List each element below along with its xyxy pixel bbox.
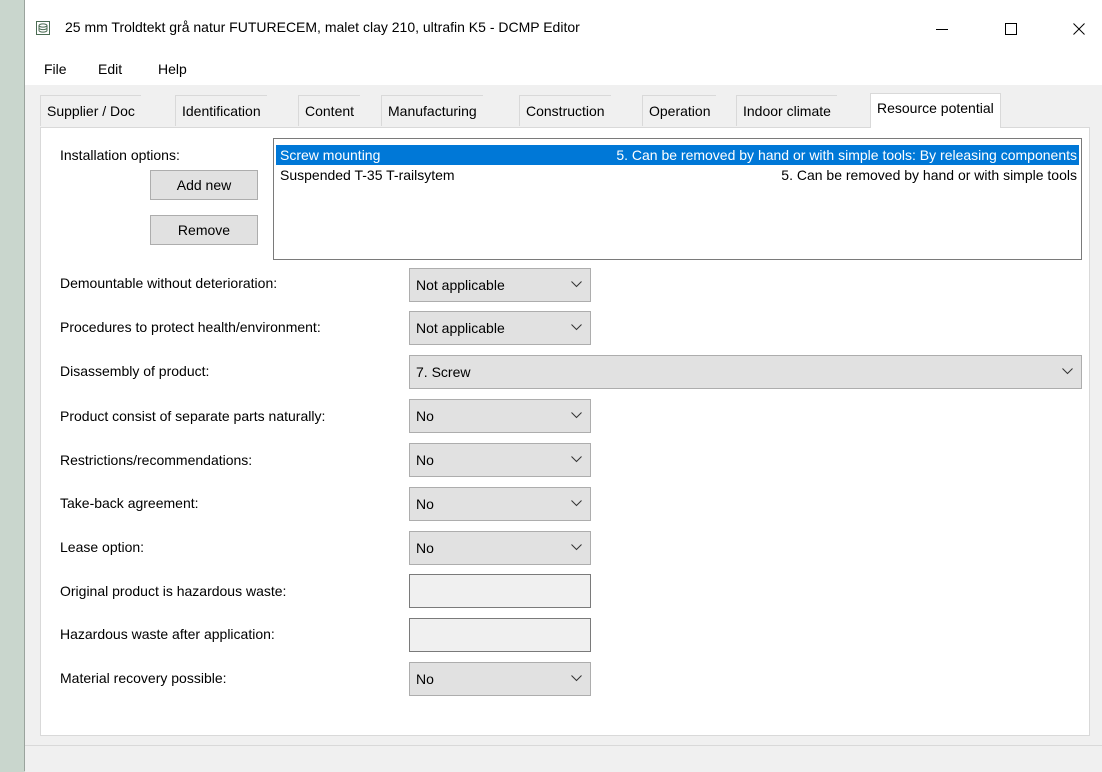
chevron-down-icon (1062, 368, 1073, 375)
take-back-select[interactable]: No (409, 487, 591, 521)
take-back-label: Take-back agreement: (60, 495, 199, 511)
tab-construction[interactable]: Construction (519, 95, 611, 126)
material-recovery-value: No (416, 671, 434, 687)
chevron-down-icon (571, 675, 582, 682)
hazardous-after-label: Hazardous waste after application: (60, 626, 275, 642)
demountable-label: Demountable without deterioration: (60, 275, 278, 291)
chevron-down-icon (571, 456, 582, 463)
procedures-select[interactable]: Not applicable (409, 311, 591, 345)
installation-options-list[interactable]: Screw mounting 5. Can be removed by hand… (273, 138, 1082, 260)
lease-select[interactable]: No (409, 531, 591, 565)
chevron-down-icon (571, 544, 582, 551)
close-icon (1073, 22, 1085, 35)
tab-strip: Supplier / Doc Identification Content Ma… (25, 93, 1102, 128)
separate-parts-label: Product consist of separate parts natura… (60, 408, 326, 424)
material-recovery-select[interactable]: No (409, 662, 591, 696)
resource-potential-panel: Installation options: Add new Remove Scr… (40, 127, 1090, 736)
db-icon (36, 21, 50, 35)
take-back-value: No (416, 496, 434, 512)
remove-button[interactable]: Remove (150, 215, 258, 245)
list-item-value: 5. Can be removed by hand or with simple… (781, 167, 1077, 183)
hazardous-original-field[interactable] (409, 574, 591, 608)
procedures-value: Not applicable (416, 320, 505, 336)
editor-window: 25 mm Troldtekt grå natur FUTURECEM, mal… (25, 0, 1102, 772)
demountable-select[interactable]: Not applicable (409, 268, 591, 302)
maximize-button[interactable] (988, 0, 1034, 57)
minimize-button[interactable] (919, 0, 965, 57)
tab-resource-potential[interactable]: Resource potential (870, 93, 1001, 128)
title-bar: 25 mm Troldtekt grå natur FUTURECEM, mal… (25, 0, 1102, 57)
close-button[interactable] (1056, 0, 1102, 57)
lease-label: Lease option: (60, 539, 145, 555)
hazardous-original-label: Original product is hazardous waste: (60, 583, 287, 599)
hazardous-after-field[interactable] (409, 618, 591, 652)
separate-parts-select[interactable]: No (409, 399, 591, 433)
procedures-label: Procedures to protect health/environment… (60, 319, 321, 335)
menu-bar: File Edit Help (25, 57, 1102, 85)
demountable-value: Not applicable (416, 277, 505, 293)
tab-identification[interactable]: Identification (175, 95, 267, 126)
chevron-down-icon (571, 412, 582, 419)
restrictions-value: No (416, 452, 434, 468)
list-item[interactable]: Suspended T-35 T-railsytem 5. Can be rem… (276, 165, 1079, 185)
add-new-button[interactable]: Add new (150, 170, 258, 200)
window-title: 25 mm Troldtekt grå natur FUTURECEM, mal… (65, 19, 580, 35)
list-item[interactable]: Screw mounting 5. Can be removed by hand… (276, 145, 1079, 165)
separate-parts-value: No (416, 408, 434, 424)
disassembly-value: 7. Screw (416, 364, 471, 380)
tab-content[interactable]: Content (298, 95, 361, 126)
tab-supplier-doc[interactable]: Supplier / Doc (40, 95, 141, 126)
chevron-down-icon (571, 281, 582, 288)
list-item-value: 5. Can be removed by hand or with simple… (616, 147, 1077, 163)
list-item-name: Screw mounting (280, 147, 381, 163)
minimize-icon (936, 28, 948, 30)
restrictions-label: Restrictions/recommendations: (60, 452, 253, 468)
tab-operation[interactable]: Operation (642, 95, 717, 126)
chevron-down-icon (571, 324, 582, 331)
lease-value: No (416, 540, 434, 556)
menu-file[interactable]: File (42, 61, 69, 77)
status-bar (25, 745, 1102, 772)
tab-manufacturing[interactable]: Manufacturing (381, 95, 483, 126)
list-item-name: Suspended T-35 T-railsytem (280, 167, 455, 183)
restrictions-select[interactable]: No (409, 443, 591, 477)
installation-options-label: Installation options: (60, 147, 180, 163)
maximize-icon (1005, 22, 1017, 35)
tab-indoor-climate[interactable]: Indoor climate (736, 95, 837, 126)
menu-help[interactable]: Help (156, 61, 189, 77)
disassembly-label: Disassembly of product: (60, 363, 210, 379)
chevron-down-icon (571, 500, 582, 507)
disassembly-select[interactable]: 7. Screw (409, 355, 1082, 389)
material-recovery-label: Material recovery possible: (60, 670, 227, 686)
menu-edit[interactable]: Edit (96, 61, 124, 77)
